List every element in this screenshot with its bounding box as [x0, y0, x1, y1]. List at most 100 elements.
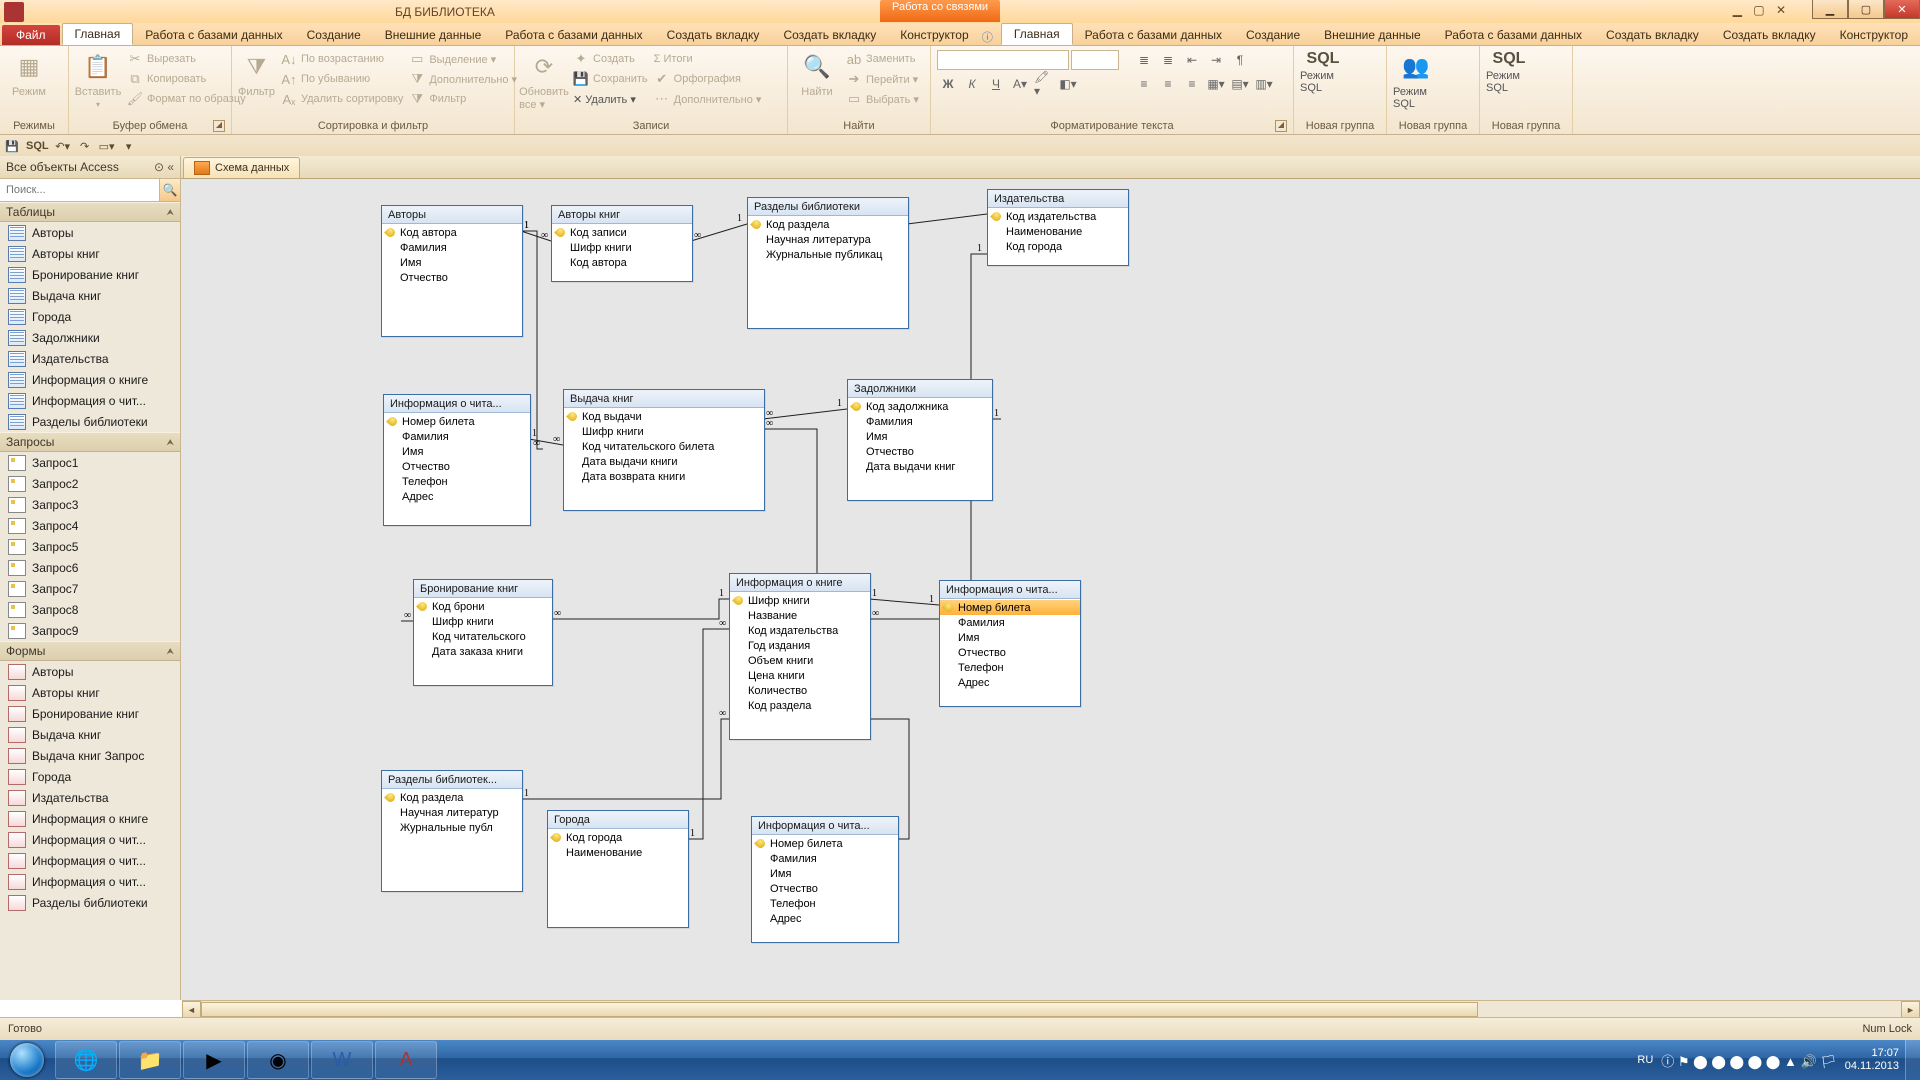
table-field[interactable]: Шифр книги	[730, 593, 870, 608]
ribbon-tab[interactable]: Работа с базами данных	[493, 25, 654, 45]
table-field[interactable]: Дата заказа книги	[414, 644, 552, 659]
schema-table-infochit3[interactable]: Информация о чита...Номер билетаФамилияИ…	[751, 816, 899, 943]
search-icon[interactable]: 🔍	[159, 179, 180, 201]
advanced-filter[interactable]: ⧩Дополнительно ▾	[409, 70, 517, 88]
table-title[interactable]: Бронирование книг	[414, 580, 552, 598]
table-field[interactable]: Телефон	[384, 474, 530, 489]
table-field[interactable]: Фамилия	[848, 414, 992, 429]
underline-button[interactable]: Ч	[985, 74, 1007, 94]
sort-asc[interactable]: A↓По возрастанию	[281, 50, 403, 68]
taskbar-explorer[interactable]: 📁	[119, 1041, 181, 1079]
cond-fmt[interactable]: ▥▾	[1253, 74, 1275, 94]
schema-table-razdely2[interactable]: Разделы библиотек...Код разделаНаучная л…	[381, 770, 523, 892]
ribbon-tab[interactable]: Главная	[62, 23, 134, 45]
window-minimize[interactable]: ▁	[1812, 0, 1848, 19]
nav-item[interactable]: Авторы книг	[0, 682, 180, 703]
nav-item[interactable]: Города	[0, 766, 180, 787]
table-field[interactable]: Имя	[382, 255, 522, 270]
ribbon-tab[interactable]: Создать вкладку	[1594, 25, 1711, 45]
table-field[interactable]: Фамилия	[752, 851, 898, 866]
table-field[interactable]: Журнальные публикац	[748, 247, 908, 262]
table-field[interactable]: Номер билета	[384, 414, 530, 429]
table-field[interactable]: Научная литература	[748, 232, 908, 247]
taskbar-ie[interactable]: 🌐	[55, 1041, 117, 1079]
table-field[interactable]: Телефон	[752, 896, 898, 911]
ribbon-tab[interactable]: Создание	[1234, 25, 1312, 45]
textfmt-dialog-launcher[interactable]: ◢	[1275, 120, 1287, 132]
nav-item[interactable]: Запрос3	[0, 494, 180, 515]
table-field[interactable]: Адрес	[940, 675, 1080, 690]
ribbon-tab[interactable]: Главная	[1001, 23, 1073, 45]
nav-item[interactable]: Разделы библиотеки	[0, 411, 180, 432]
nav-item[interactable]: Запрос5	[0, 536, 180, 557]
table-field[interactable]: Объем книги	[730, 653, 870, 668]
align-left[interactable]: ≡	[1133, 74, 1155, 94]
table-field[interactable]: Отчество	[848, 444, 992, 459]
selection-filter[interactable]: ▭Выделение ▾	[409, 50, 517, 68]
window-maximize[interactable]: ▢	[1848, 0, 1884, 19]
table-field[interactable]: Код города	[988, 239, 1128, 254]
replace[interactable]: abЗаменить	[846, 50, 919, 68]
ribbon-tab[interactable]: Создать вкладку	[655, 25, 772, 45]
table-field[interactable]: Код раздела	[748, 217, 908, 232]
cut-button[interactable]: ✂Вырезать	[127, 50, 246, 68]
horizontal-scrollbar[interactable]: ◄ ►	[182, 1000, 1920, 1018]
table-field[interactable]: Имя	[752, 866, 898, 881]
nav-search-input[interactable]	[0, 179, 159, 201]
nav-item[interactable]: Информация о книге	[0, 369, 180, 390]
highlight-button[interactable]: 🖍▾	[1033, 74, 1055, 94]
table-field[interactable]: Отчество	[384, 459, 530, 474]
nav-item[interactable]: Информация о чит...	[0, 850, 180, 871]
nav-item[interactable]: Бронирование книг	[0, 264, 180, 285]
toggle-filter[interactable]: ⧩Фильтр	[409, 90, 517, 108]
scroll-thumb[interactable]	[201, 1002, 1478, 1017]
nav-item[interactable]: Авторы	[0, 222, 180, 243]
nav-item[interactable]: Выдача книг Запрос	[0, 745, 180, 766]
filter-button[interactable]: ⧩Фильтр	[238, 50, 275, 98]
font-family-combo[interactable]	[937, 50, 1069, 70]
goto[interactable]: ➔Перейти ▾	[846, 70, 919, 88]
table-field[interactable]: Фамилия	[382, 240, 522, 255]
spelling[interactable]: ✔Орфография	[654, 70, 762, 88]
indent-inc[interactable]: ⇥	[1205, 50, 1227, 70]
alt-row[interactable]: ▤▾	[1229, 74, 1251, 94]
scroll-right[interactable]: ►	[1901, 1001, 1920, 1018]
ribbon-tab[interactable]: Конструктор	[888, 25, 980, 45]
table-title[interactable]: Информация о чита...	[940, 581, 1080, 599]
schema-table-zadol[interactable]: ЗадолжникиКод задолжникаФамилияИмяОтчест…	[847, 379, 993, 501]
customize-qat[interactable]: ▾	[121, 138, 137, 154]
ribbon-tab[interactable]: Работа с базами данных	[1433, 25, 1594, 45]
table-title[interactable]: Разделы библиотек...	[382, 771, 522, 789]
ribbon-tab[interactable]: Внешние данные	[373, 25, 494, 45]
nav-item[interactable]: Информация о чит...	[0, 871, 180, 892]
table-field[interactable]: Номер билета	[752, 836, 898, 851]
save-qat[interactable]: 💾	[4, 138, 20, 154]
nav-item[interactable]: Запрос6	[0, 557, 180, 578]
refresh-all[interactable]: ⟳Обновить все ▾	[521, 50, 567, 111]
table-title[interactable]: Задолжники	[848, 380, 992, 398]
nav-item[interactable]: Выдача книг	[0, 285, 180, 306]
nav-item[interactable]: Бронирование книг	[0, 703, 180, 724]
relations-qat[interactable]: ▭▾	[99, 138, 115, 154]
schema-table-izdat[interactable]: ИздательстваКод издательстваНаименование…	[987, 189, 1129, 266]
sql-qat[interactable]: SQL	[26, 140, 49, 152]
nav-item[interactable]: Информация о книге	[0, 808, 180, 829]
nav-item[interactable]: Авторы	[0, 661, 180, 682]
nav-item[interactable]: Задолжники	[0, 327, 180, 348]
more-records[interactable]: ⋯Дополнительно ▾	[654, 90, 762, 108]
copy-button[interactable]: ⧉Копировать	[127, 70, 246, 88]
nav-item[interactable]: Запрос4	[0, 515, 180, 536]
ribbon-tab[interactable]: Внешние данные	[1312, 25, 1433, 45]
table-field[interactable]: Фамилия	[384, 429, 530, 444]
font-size-combo[interactable]	[1071, 50, 1119, 70]
table-field[interactable]: Адрес	[384, 489, 530, 504]
table-field[interactable]: Наименование	[988, 224, 1128, 239]
ribbon-tab[interactable]: Создать вкладку	[1711, 25, 1828, 45]
table-field[interactable]: Код автора	[382, 225, 522, 240]
table-field[interactable]: Отчество	[382, 270, 522, 285]
view-button[interactable]: ▦Режим	[6, 50, 52, 98]
fill-button[interactable]: ◧▾	[1057, 74, 1079, 94]
table-field[interactable]: Телефон	[940, 660, 1080, 675]
window-doc-controls[interactable]: ▁ ▢ ✕	[1733, 3, 1790, 17]
schema-table-goroda[interactable]: ГородаКод городаНаименование	[547, 810, 689, 928]
